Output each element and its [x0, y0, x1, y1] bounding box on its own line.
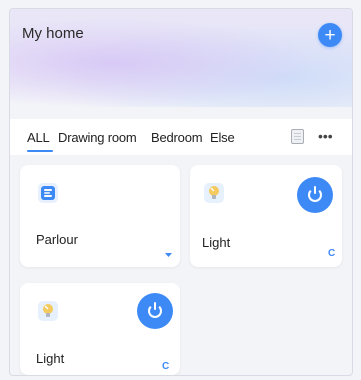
tab-drawing-room[interactable]: Drawing room	[58, 130, 137, 145]
dropdown-icon[interactable]	[164, 246, 173, 264]
device-card-parlour[interactable]: Parlour	[20, 165, 180, 267]
tab-else[interactable]: Else	[210, 130, 235, 145]
add-button[interactable]: +	[318, 23, 342, 47]
room-tabs: ALL Drawing room Bedroom Else •••	[10, 119, 352, 155]
plus-icon: +	[324, 24, 336, 46]
power-button[interactable]	[137, 293, 173, 329]
device-card-light-2[interactable]: Light C	[20, 283, 180, 375]
tab-bedroom[interactable]: Bedroom	[151, 130, 203, 145]
device-card-light[interactable]: Light C	[190, 165, 342, 267]
refresh-icon[interactable]: C	[162, 361, 169, 372]
device-name: Light	[202, 235, 231, 250]
device-name: Light	[36, 351, 65, 366]
active-tab-indicator	[27, 150, 53, 152]
more-icon[interactable]: •••	[318, 128, 333, 144]
scene-icon	[38, 183, 58, 203]
tab-all[interactable]: ALL	[27, 130, 50, 145]
bulb-icon	[204, 183, 224, 203]
refresh-icon[interactable]: C	[328, 248, 335, 259]
app-frame: My home + ALL Drawing room Bedroom Else …	[9, 8, 353, 376]
list-icon[interactable]	[291, 129, 304, 144]
home-header: My home +	[10, 9, 352, 107]
power-button[interactable]	[297, 177, 333, 213]
bulb-icon	[38, 301, 58, 321]
home-title: My home	[22, 25, 84, 42]
device-name: Parlour	[36, 232, 78, 247]
